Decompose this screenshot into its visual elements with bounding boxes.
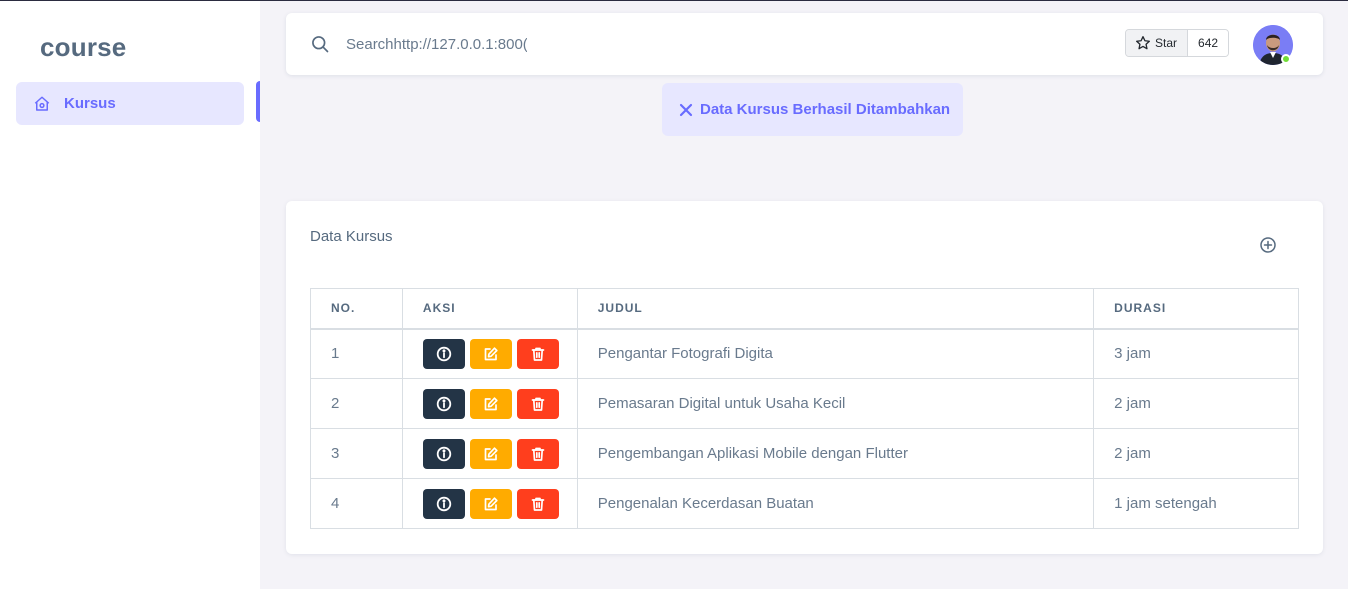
info-icon [436, 446, 452, 462]
github-star-group: Star 642 [1125, 29, 1230, 57]
trash-icon [530, 496, 546, 512]
header-durasi: DURASI [1093, 288, 1299, 330]
edit-icon [483, 496, 499, 512]
brand-logo[interactable]: course [40, 32, 126, 63]
info-icon [436, 346, 452, 362]
cell-durasi: 3 jam [1093, 328, 1299, 379]
info-button[interactable] [422, 388, 465, 419]
table-row: 4 Pengenalan Kecerdasan Buatan 1 jam sete… [310, 478, 1299, 529]
online-status-dot [1281, 54, 1291, 64]
trash-icon [530, 446, 546, 462]
table-row: 2 Pemasaran Digital untuk Usaha Kecil 2 j… [310, 378, 1299, 429]
courses-table: NO. AKSI JUDUL DURASI 1 Pengantar Fotogr… [310, 288, 1299, 529]
home-icon [33, 95, 51, 113]
search-input[interactable] [346, 32, 527, 56]
table-row: 3 Pengembangan Aplikasi Mobile dengan Fl… [310, 428, 1299, 479]
sidebar-item-kursus[interactable]: Kursus [16, 82, 244, 125]
edit-button[interactable] [470, 338, 513, 369]
cell-actions [401, 328, 578, 379]
edit-button[interactable] [470, 438, 513, 469]
cell-no: 1 [310, 328, 403, 379]
info-icon [436, 396, 452, 412]
edit-icon [483, 446, 499, 462]
info-button[interactable] [422, 338, 465, 369]
edit-icon [483, 346, 499, 362]
cell-actions [401, 378, 578, 429]
close-icon[interactable] [679, 103, 693, 117]
cell-judul: Pengantar Fotografi Digita [576, 328, 1095, 379]
cell-no: 4 [310, 478, 403, 529]
cell-durasi: 1 jam setengah [1093, 478, 1299, 529]
active-menu-indicator [256, 81, 260, 122]
info-button[interactable] [422, 488, 465, 519]
star-button[interactable]: Star [1126, 30, 1189, 56]
table-header-row: NO. AKSI JUDUL DURASI [310, 288, 1299, 330]
cell-actions [401, 478, 578, 529]
delete-button[interactable] [517, 338, 560, 369]
trash-icon [530, 346, 546, 362]
info-icon [436, 496, 452, 512]
cell-judul: Pengembangan Aplikasi Mobile dengan Flut… [576, 428, 1095, 479]
delete-button[interactable] [517, 488, 560, 519]
cell-judul: Pemasaran Digital untuk Usaha Kecil [576, 378, 1095, 429]
header-judul: JUDUL [576, 288, 1095, 330]
star-icon [1135, 35, 1151, 51]
cell-durasi: 2 jam [1093, 428, 1299, 479]
cell-actions [401, 428, 578, 479]
sidebar-item-label: Kursus [64, 95, 116, 112]
add-circle-icon[interactable] [1259, 236, 1277, 254]
search-icon [310, 34, 330, 54]
delete-button[interactable] [517, 388, 560, 419]
courses-card: Data Kursus NO. AKSI JUDUL DURASI 1 Peng… [286, 201, 1323, 554]
cell-durasi: 2 jam [1093, 378, 1299, 429]
success-alert: Data Kursus Berhasil Ditambahkan [662, 83, 963, 136]
table-row: 1 Pengantar Fotografi Digita 3 jam [310, 328, 1299, 379]
trash-icon [530, 396, 546, 412]
info-button[interactable] [422, 438, 465, 469]
header-aksi: AKSI [401, 288, 578, 330]
delete-button[interactable] [517, 438, 560, 469]
sidebar: course Kursus [0, 1, 260, 589]
cell-no: 3 [310, 428, 403, 479]
edit-button[interactable] [470, 388, 513, 419]
edit-button[interactable] [470, 488, 513, 519]
alert-message: Data Kursus Berhasil Ditambahkan [700, 101, 951, 118]
star-count[interactable]: 642 [1188, 30, 1229, 56]
star-label: Star [1155, 36, 1178, 50]
cell-judul: Pengenalan Kecerdasan Buatan [576, 478, 1095, 529]
header-no: NO. [310, 288, 403, 330]
edit-icon [483, 396, 499, 412]
top-navbar: Star 642 [286, 13, 1323, 75]
card-title: Data Kursus [310, 228, 393, 245]
cell-no: 2 [310, 378, 403, 429]
